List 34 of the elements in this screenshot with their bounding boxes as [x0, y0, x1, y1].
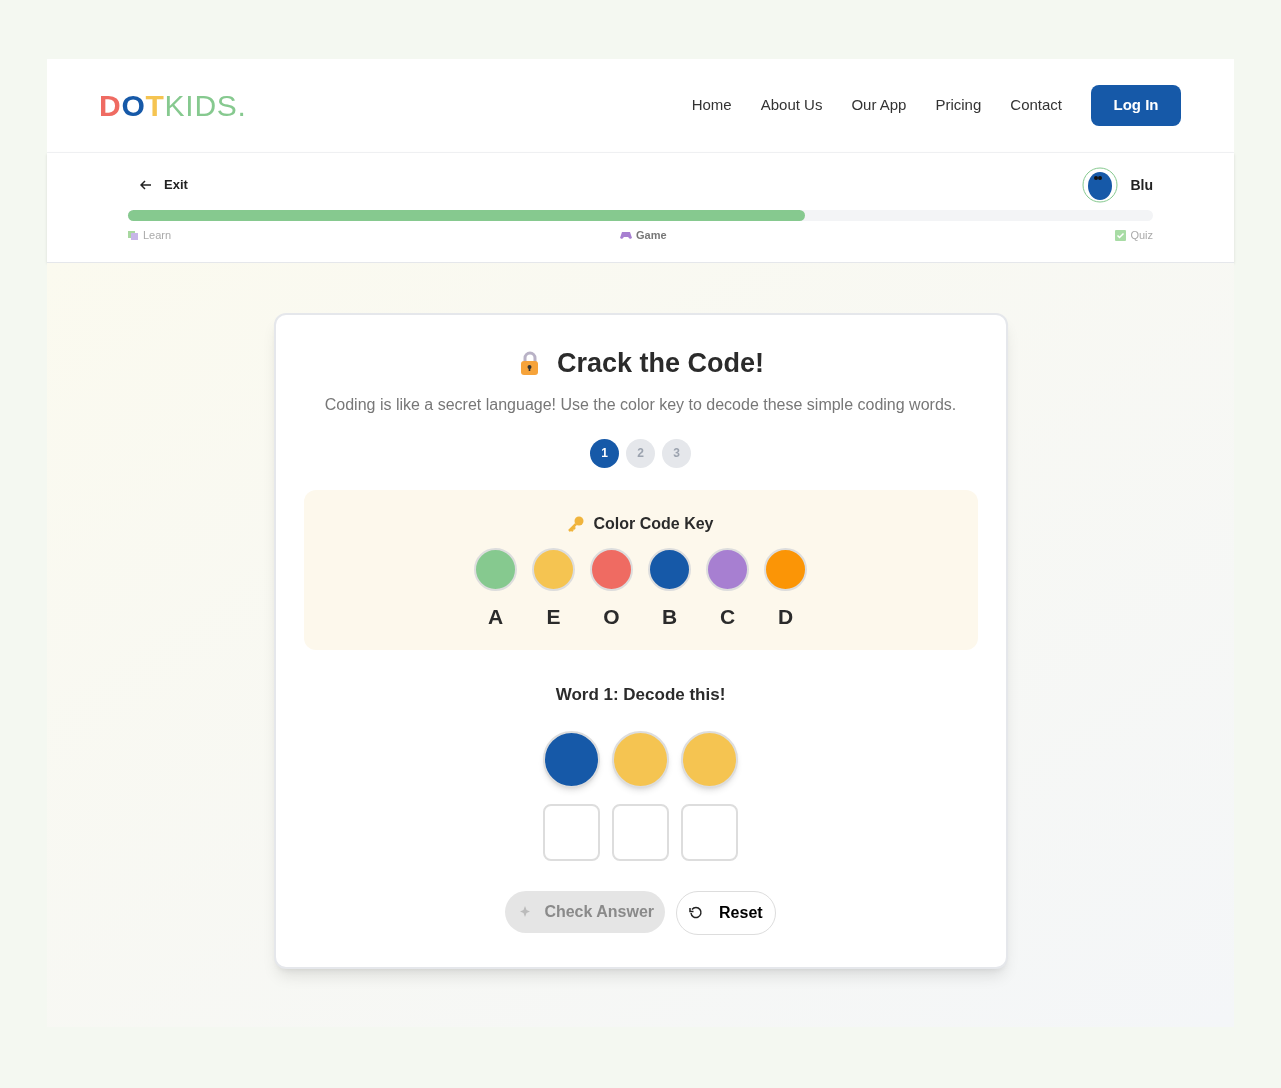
nav-link[interactable]: Home: [691, 94, 732, 117]
exit-button[interactable]: Exit: [128, 175, 200, 195]
login-button[interactable]: Log In: [1091, 85, 1181, 126]
books-icon: [128, 229, 139, 241]
game-title: Crack the Code!: [556, 347, 765, 380]
key-letter: B: [661, 603, 678, 630]
game-description: Coding is like a secret language! Use the color key to decode these simple coding words.: [323, 394, 958, 415]
reset-button[interactable]: Reset: [676, 891, 776, 935]
key-letter: C: [719, 603, 736, 630]
word-title: Word 1: Decode this!: [555, 683, 726, 706]
answer-box[interactable]: [543, 804, 600, 861]
stage-label: Game: [635, 228, 667, 243]
key-letter: D: [777, 603, 794, 630]
back-arrow-icon: [140, 179, 152, 191]
nav-link[interactable]: Our App: [851, 94, 907, 117]
nav-link[interactable]: About Us: [760, 94, 823, 117]
stage-label: Learn: [143, 228, 172, 243]
answer-box[interactable]: [681, 804, 738, 861]
stage-label: Quiz: [1130, 228, 1153, 243]
reset-icon: [689, 906, 704, 920]
key-letter: A: [487, 603, 504, 630]
key-letter: E: [546, 603, 561, 630]
user-name: Blu: [1130, 175, 1153, 195]
answer-box[interactable]: [612, 804, 669, 861]
key-letter: O: [603, 603, 620, 630]
gamepad-icon: [619, 230, 632, 241]
nav-link[interactable]: Contact: [1010, 94, 1062, 117]
key-icon: [567, 514, 586, 533]
logo[interactable]: DOTKIDS.: [99, 83, 247, 128]
checkbox-icon: [1115, 229, 1127, 241]
step-button[interactable]: 1: [590, 438, 619, 468]
key-title: Color Code Key: [593, 513, 714, 534]
avatar-icon: [1082, 167, 1119, 203]
nav-link[interactable]: Pricing: [935, 94, 982, 117]
